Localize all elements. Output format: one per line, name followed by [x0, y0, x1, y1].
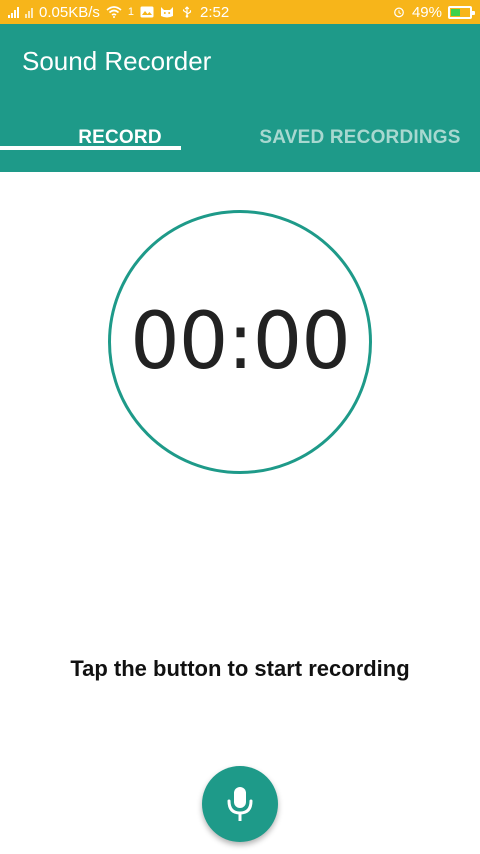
- tab-bar: RECORD SAVED RECORDINGS: [0, 114, 480, 162]
- app-title: Sound Recorder: [22, 46, 212, 76]
- battery-icon: [448, 5, 475, 19]
- tab-record[interactable]: RECORD: [0, 114, 240, 162]
- cat-notification-icon: [161, 7, 173, 18]
- battery-percent: 49%: [411, 3, 442, 21]
- status-bar: 0.05KB/s 1 2:52 49%: [0, 0, 480, 24]
- recording-hint: Tap the button to start recording: [70, 656, 410, 681]
- status-left: 0.05KB/s 1 2:52: [8, 4, 229, 21]
- wifi-icon: [106, 6, 122, 18]
- image-notification-icon: [140, 6, 154, 18]
- timer-circle: 00:00: [108, 210, 372, 474]
- status-time: 2:52: [200, 3, 230, 21]
- alarm-icon: [394, 7, 404, 18]
- usb-icon: [182, 6, 192, 18]
- tab-saved-recordings[interactable]: SAVED RECORDINGS: [240, 114, 480, 162]
- signal-icon-secondary: [25, 6, 33, 18]
- timer-display: 00:00: [130, 297, 351, 387]
- signal-icon: [8, 6, 19, 18]
- status-right: 49%: [392, 3, 475, 21]
- record-button[interactable]: [202, 766, 278, 842]
- microphone-icon: [227, 787, 253, 821]
- tab-indicator: [0, 146, 181, 150]
- sim-indicator: 1: [127, 6, 134, 18]
- network-speed: 0.05KB/s: [39, 3, 100, 21]
